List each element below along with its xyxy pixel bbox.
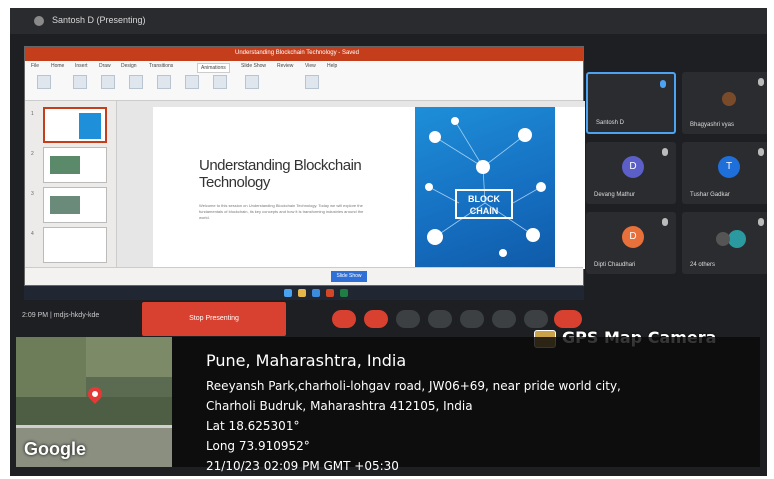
- windows-taskbar: [24, 286, 584, 300]
- present-button[interactable]: [460, 310, 484, 328]
- gps-latitude: Lat 18.625301°: [206, 419, 300, 433]
- ribbon-tab[interactable]: Home: [51, 63, 64, 69]
- thumb-number: 4: [31, 231, 34, 237]
- thumb-number: 2: [31, 151, 34, 157]
- ribbon-tab[interactable]: View: [305, 63, 316, 69]
- participant-tile[interactable]: D Devang Mathur: [586, 142, 676, 204]
- slide-thumbnail[interactable]: [43, 107, 107, 143]
- meeting-time: 2:09 PM | mdjs-hkdy-kde: [22, 312, 100, 319]
- blockchain-label: BLOCK CHAIN: [455, 189, 513, 219]
- network-lines-icon: [425, 117, 546, 257]
- participant-name: Devang Mathur: [594, 192, 636, 198]
- ribbon-tool-icon[interactable]: [157, 75, 171, 89]
- edge-icon[interactable]: [312, 289, 320, 297]
- thumb-number: 1: [31, 111, 34, 117]
- meet-top-bar: Santosh D (Presenting): [10, 8, 767, 34]
- participant-name: 24 others: [690, 262, 716, 268]
- participant-tile[interactable]: Santosh D: [586, 72, 676, 134]
- ribbon-tool-icon[interactable]: [73, 75, 87, 89]
- participant-name: Tushar Gadkar: [690, 192, 730, 198]
- slide-thumbnail[interactable]: [43, 187, 107, 223]
- location-map: Google: [16, 337, 172, 467]
- ribbon-tool-icon[interactable]: [245, 75, 259, 89]
- participant-name: Dipti Chaudhari: [594, 262, 636, 268]
- speaking-icon: [660, 80, 666, 88]
- avatar: [722, 92, 736, 106]
- ribbon-tab[interactable]: File: [31, 63, 39, 69]
- gps-datetime: 21/10/23 02:09 PM GMT +05:30: [206, 459, 399, 473]
- participant-tile[interactable]: T Tushar Gadkar: [682, 142, 767, 204]
- gps-address-line1: Reeyansh Park,charholi-lohgav road, JW06…: [206, 379, 621, 393]
- ribbon-tool-icon[interactable]: [37, 75, 51, 89]
- ppt-ribbon[interactable]: File Home Insert Draw Design Transitions…: [25, 61, 583, 101]
- participant-tile[interactable]: Bhagyashri vyas: [682, 72, 767, 134]
- slide-title: Understanding Blockchain Technology: [199, 157, 362, 191]
- ribbon-tool-icon[interactable]: [101, 75, 115, 89]
- slide-show-button[interactable]: Slide Show: [331, 271, 367, 282]
- ribbon-tab[interactable]: Design: [121, 63, 137, 69]
- more-options-button[interactable]: [524, 310, 548, 328]
- gps-longitude: Long 73.910952°: [206, 439, 310, 453]
- meet-presenter-title: Santosh D (Presenting): [52, 15, 146, 25]
- ribbon-tool-icon[interactable]: [305, 75, 319, 89]
- ribbon-tab[interactable]: Help: [327, 63, 337, 69]
- ppt-window-title: Understanding Blockchain Technology - Sa…: [235, 50, 359, 56]
- avatar: [716, 232, 730, 246]
- ribbon-tab[interactable]: Transitions: [149, 63, 173, 69]
- participant-tile[interactable]: D Dipti Chaudhari: [586, 212, 676, 274]
- gps-details: Pune, Maharashtra, India Reeyansh Park,c…: [206, 351, 621, 476]
- avatar: D: [622, 226, 644, 248]
- slide-editor: Understanding Blockchain Technology Welc…: [117, 101, 585, 269]
- mic-off-icon: [662, 218, 668, 226]
- gps-city: Pune, Maharashtra, India: [206, 351, 407, 370]
- mic-off-button[interactable]: [332, 310, 356, 328]
- mic-off-icon: [758, 148, 764, 156]
- raise-hand-button[interactable]: [492, 310, 516, 328]
- avatar: D: [622, 156, 644, 178]
- current-slide[interactable]: Understanding Blockchain Technology Welc…: [153, 107, 585, 269]
- powerpoint-window: Understanding Blockchain Technology - Sa…: [24, 46, 585, 286]
- ribbon-tab[interactable]: Insert: [75, 63, 88, 69]
- emoji-button[interactable]: [428, 310, 452, 328]
- camera-off-button[interactable]: [364, 310, 388, 328]
- mic-off-icon: [662, 148, 668, 156]
- end-call-button[interactable]: [554, 310, 582, 328]
- participant-name: Bhagyashri vyas: [690, 122, 735, 128]
- thumb-number: 3: [31, 191, 34, 197]
- slide-thumbnail[interactable]: [43, 227, 107, 263]
- captions-button[interactable]: [396, 310, 420, 328]
- slide-thumbnail[interactable]: [43, 147, 107, 183]
- ribbon-tab[interactable]: Review: [277, 63, 293, 69]
- gps-address-line2: Charholi Budruk, Maharashtra 412105, Ind…: [206, 399, 473, 413]
- folder-icon[interactable]: [298, 289, 306, 297]
- ribbon-tab[interactable]: Slide Show: [241, 63, 266, 69]
- windows-start-icon[interactable]: [284, 289, 292, 297]
- ppt-titlebar: Understanding Blockchain Technology - Sa…: [25, 47, 583, 61]
- avatar: [728, 230, 746, 248]
- participant-tile[interactable]: 24 others: [682, 212, 767, 274]
- ribbon-tab-active[interactable]: Animations: [197, 63, 230, 73]
- presenting-icon: [34, 16, 44, 26]
- avatar: T: [718, 156, 740, 178]
- google-logo: Google: [24, 439, 86, 459]
- slide-body-text: Welcome to this session on Understanding…: [199, 203, 364, 220]
- mic-off-icon: [758, 78, 764, 86]
- ppt-status-bar: Slide Show: [25, 267, 583, 285]
- mic-off-icon: [758, 218, 764, 226]
- stop-presenting-button[interactable]: Stop Presenting: [142, 302, 286, 336]
- ribbon-tab[interactable]: Draw: [99, 63, 111, 69]
- blockchain-graphic: BLOCK CHAIN: [415, 107, 555, 269]
- powerpoint-icon[interactable]: [326, 289, 334, 297]
- gps-info-overlay: Google Pune, Maharashtra, India Reeyansh…: [16, 337, 760, 473]
- ribbon-tool-icon[interactable]: [213, 75, 227, 89]
- participant-name: Santosh D: [596, 120, 625, 126]
- slide-thumbnails-pane: 1 2 3 4: [25, 101, 117, 269]
- chrome-icon[interactable]: [340, 289, 348, 297]
- ribbon-tool-icon[interactable]: [185, 75, 199, 89]
- ribbon-tool-icon[interactable]: [129, 75, 143, 89]
